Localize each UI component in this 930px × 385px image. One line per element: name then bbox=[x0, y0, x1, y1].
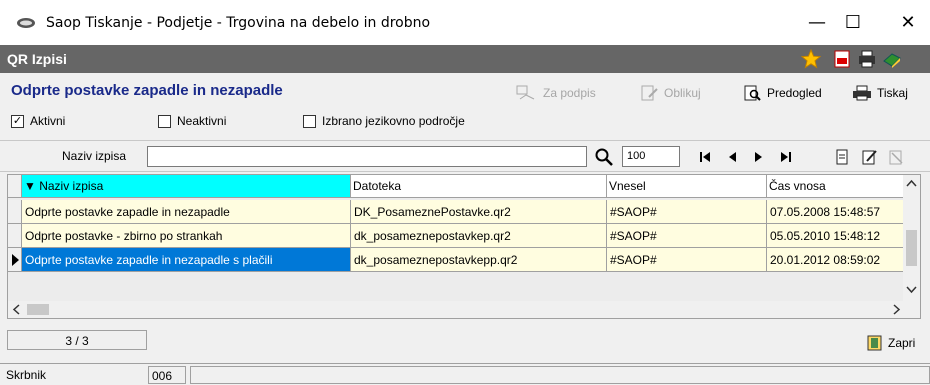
za-podpis-label: Za podpis bbox=[543, 86, 596, 100]
neaktivni-checkbox[interactable]: Neaktivni bbox=[158, 114, 226, 128]
jezik-checkbox-box[interactable] bbox=[303, 114, 316, 128]
window-titlebar: Saop Tiskanje - Podjetje - Trgovina na d… bbox=[0, 0, 930, 45]
scroll-down-icon[interactable] bbox=[903, 281, 920, 298]
tiskaj-button[interactable]: Tiskaj bbox=[852, 85, 908, 101]
jezik-checkbox[interactable]: Izbrano jezikovno področje bbox=[303, 114, 465, 128]
cell-vnesel[interactable]: #SAOP# bbox=[607, 200, 767, 224]
aktivni-checkbox-box[interactable]: ✓ bbox=[11, 114, 24, 128]
sort-down-icon: ▼ bbox=[24, 179, 40, 193]
search-input[interactable] bbox=[147, 146, 587, 167]
row-indicator bbox=[8, 224, 22, 248]
cell-datoteka[interactable]: dk_posameznepostavkep.qr2 bbox=[351, 224, 607, 248]
first-record-icon[interactable] bbox=[695, 147, 715, 167]
cell-cas-vnosa[interactable]: 05.05.2010 15:48:12 bbox=[767, 224, 905, 248]
horizontal-scrollbar[interactable] bbox=[8, 301, 920, 318]
neaktivni-checkbox-box[interactable] bbox=[158, 114, 171, 128]
search-icon[interactable] bbox=[594, 147, 614, 167]
scroll-left-icon[interactable] bbox=[8, 301, 25, 318]
maximize-button[interactable]: ☐ bbox=[830, 0, 876, 45]
user-label: Skrbnik bbox=[6, 368, 47, 382]
za-podpis-button[interactable]: Za podpis bbox=[516, 85, 596, 101]
aktivni-label: Aktivni bbox=[30, 114, 66, 128]
tiskaj-label: Tiskaj bbox=[877, 86, 908, 100]
book-icon[interactable] bbox=[882, 49, 902, 69]
vertical-scrollbar[interactable] bbox=[903, 175, 920, 302]
zapri-label: Zapri bbox=[888, 336, 916, 350]
edit-icon bbox=[641, 85, 658, 101]
current-row-indicator bbox=[8, 248, 22, 272]
module-title: QR Izpisi bbox=[7, 51, 67, 67]
status-row: 3 / 3 Zapri bbox=[0, 324, 930, 356]
star-icon[interactable] bbox=[801, 49, 821, 69]
row-indicator bbox=[8, 200, 22, 224]
record-counter: 3 / 3 bbox=[7, 330, 147, 350]
predogled-label: Predogled bbox=[767, 86, 822, 100]
predogled-button[interactable]: Predogled bbox=[744, 85, 822, 101]
next-record-icon[interactable] bbox=[749, 147, 769, 167]
page-title: Odprte postavke zapadle in nezapadle bbox=[11, 82, 283, 99]
zapri-button[interactable]: Zapri bbox=[866, 334, 915, 352]
edit-record-icon[interactable] bbox=[859, 147, 879, 167]
scroll-up-icon[interactable] bbox=[903, 175, 920, 192]
preview-icon bbox=[744, 85, 761, 101]
print-icon bbox=[853, 85, 871, 101]
new-record-icon[interactable] bbox=[832, 147, 852, 167]
close-door-icon bbox=[867, 335, 882, 351]
cell-naziv[interactable]: Odprte postavke - zbirno po strankah bbox=[22, 224, 351, 248]
cell-naziv[interactable]: Odprte postavke zapadle in nezapadle bbox=[22, 200, 351, 224]
column-header-naziv[interactable]: ▼ Naziv izpisa bbox=[22, 175, 351, 198]
zoom-value: 100 bbox=[627, 150, 646, 162]
horizontal-scroll-thumb[interactable] bbox=[27, 304, 49, 315]
delete-record-icon[interactable] bbox=[886, 147, 906, 167]
current-row-arrow-icon bbox=[12, 254, 19, 266]
last-record-icon[interactable] bbox=[776, 147, 796, 167]
row-indicator-header bbox=[8, 175, 22, 198]
printer-icon[interactable] bbox=[857, 49, 877, 69]
page-header: Odprte postavke zapadle in nezapadle Za … bbox=[0, 73, 930, 109]
neaktivni-label: Neaktivni bbox=[177, 114, 227, 128]
search-label: Naziv izpisa bbox=[62, 149, 127, 163]
scroll-right-icon[interactable] bbox=[888, 301, 905, 318]
cell-cas-vnosa[interactable]: 20.01.2012 08:59:02 bbox=[767, 248, 905, 272]
status-bar: Skrbnik 006 bbox=[0, 363, 930, 385]
column-header-cas-vnosa[interactable]: Čas vnosa bbox=[767, 175, 905, 198]
jezik-label: Izbrano jezikovno področje bbox=[322, 114, 465, 128]
user-code: 006 bbox=[148, 366, 186, 384]
vertical-scroll-thumb[interactable] bbox=[906, 230, 917, 266]
cell-naziv[interactable]: Odprte postavke zapadle in nezapadle s p… bbox=[22, 248, 351, 272]
column-header-datoteka[interactable]: Datoteka bbox=[351, 175, 607, 198]
cell-cas-vnosa[interactable]: 07.05.2008 15:48:57 bbox=[767, 200, 905, 224]
pdf-icon[interactable] bbox=[832, 49, 852, 69]
cell-datoteka[interactable]: DK_PosameznePostavke.qr2 bbox=[351, 200, 607, 224]
oblikuj-button[interactable]: Oblikuj bbox=[641, 85, 701, 101]
cell-vnesel[interactable]: #SAOP# bbox=[607, 224, 767, 248]
module-bar: QR Izpisi bbox=[0, 45, 930, 73]
signature-icon bbox=[516, 85, 535, 100]
window-title: Saop Tiskanje - Podjetje - Trgovina na d… bbox=[46, 14, 431, 31]
aktivni-checkbox[interactable]: ✓ Aktivni bbox=[11, 114, 65, 128]
table-row-selected[interactable]: Odprte postavke zapadle in nezapadle s p… bbox=[8, 248, 920, 272]
close-window-button[interactable]: ✕ bbox=[885, 0, 930, 45]
reports-table[interactable]: ▼ Naziv izpisa Datoteka Vnesel Čas vnosa… bbox=[7, 174, 921, 319]
status-panel bbox=[190, 366, 930, 384]
column-header-vnesel[interactable]: Vnesel bbox=[607, 175, 767, 198]
table-row[interactable]: Odprte postavke zapadle in nezapadle DK_… bbox=[8, 200, 920, 224]
app-logo-icon bbox=[17, 17, 35, 28]
cell-datoteka[interactable]: dk_posameznepostavkepp.qr2 bbox=[351, 248, 607, 272]
zoom-stepper[interactable]: 100 bbox=[622, 146, 680, 167]
table-row[interactable]: Odprte postavke - zbirno po strankah dk_… bbox=[8, 224, 920, 248]
filter-checkboxes: ✓ Aktivni Neaktivni Izbrano jezikovno po… bbox=[0, 109, 930, 135]
previous-record-icon[interactable] bbox=[722, 147, 742, 167]
search-toolbar: Naziv izpisa 100 bbox=[0, 140, 930, 172]
cell-vnesel[interactable]: #SAOP# bbox=[607, 248, 767, 272]
oblikuj-label: Oblikuj bbox=[664, 86, 701, 100]
